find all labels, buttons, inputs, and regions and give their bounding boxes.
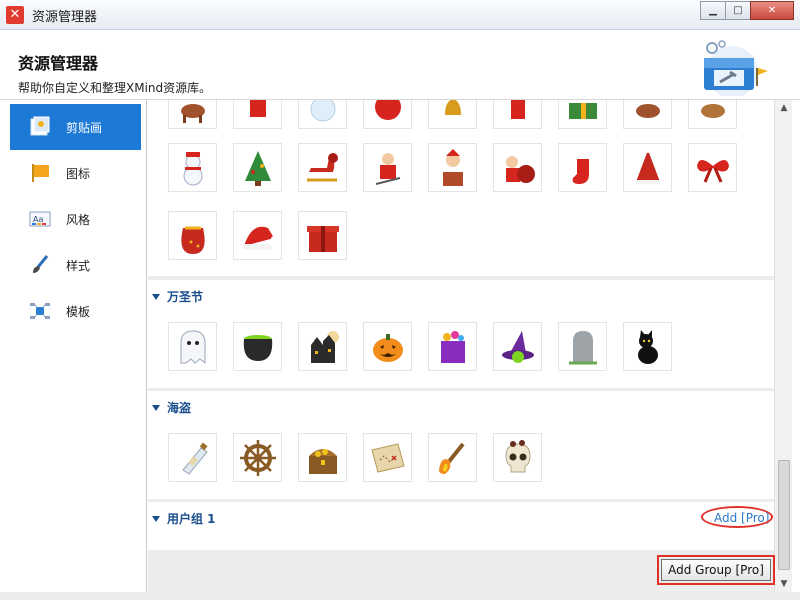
sidebar-item-styles[interactable]: 样式	[10, 242, 141, 288]
clipart-icon	[28, 115, 52, 139]
clipart-pumpkin[interactable]	[363, 322, 412, 371]
clipart-santa-hat[interactable]	[233, 211, 282, 260]
clipart-christmas-tree[interactable]	[233, 143, 282, 192]
clipart-red-bow[interactable]	[688, 143, 737, 192]
clipart-hat-tree[interactable]	[623, 143, 672, 192]
sidebar-item-icons[interactable]: 图标	[10, 150, 141, 196]
clipart-gift-box[interactable]	[558, 100, 607, 129]
sidebar-item-templates[interactable]: 模板	[10, 288, 141, 334]
close-icon[interactable]: ✕	[750, 1, 794, 20]
clipart-black-cat[interactable]	[623, 322, 672, 371]
style-icon: Aa	[28, 207, 52, 231]
clipart-sleigh[interactable]	[298, 143, 347, 192]
clipart-gift-sack[interactable]	[168, 211, 217, 260]
scroll-up-icon[interactable]: ▲	[775, 100, 793, 116]
clipart-treasure-chest[interactable]	[298, 433, 347, 482]
clipart-santa-skiing[interactable]	[363, 143, 412, 192]
clipart-candy-bag[interactable]	[428, 322, 477, 371]
clipart-reindeer-2[interactable]	[623, 100, 672, 129]
clipart-cauldron[interactable]	[233, 322, 282, 371]
clipart-tombstone[interactable]	[558, 322, 607, 371]
scroll-down-icon[interactable]: ▼	[775, 576, 793, 592]
clipart-reindeer[interactable]	[168, 100, 217, 129]
scroll-thumb[interactable]	[778, 460, 790, 570]
clipart-santa-chimney[interactable]	[428, 143, 477, 192]
svg-text:Aa: Aa	[33, 215, 43, 224]
sidebar-item-label: 样式	[66, 258, 91, 273]
clipart-group-halloween: 万圣节	[148, 280, 774, 388]
clipart-bells[interactable]	[428, 100, 477, 129]
flag-icon	[28, 161, 52, 185]
title-bar: ✕ 资源管理器 ▁ □ ✕	[0, 0, 800, 30]
clipart-red-gift[interactable]	[298, 211, 347, 260]
clipart-snowman[interactable]	[168, 143, 217, 192]
template-icon	[28, 299, 52, 323]
sidebar-item-label: 模板	[66, 304, 91, 319]
window-controls: ▁ □ ✕	[700, 1, 794, 20]
clipart-group-user-1: 用户组 1 Add [Pro]	[148, 502, 774, 550]
group-header[interactable]: 万圣节	[152, 288, 203, 305]
clipart-group-pirates: 海盗	[148, 391, 774, 499]
clipart-santa-small[interactable]	[493, 100, 542, 129]
collapse-triangle-icon[interactable]	[152, 293, 160, 300]
bottom-edge	[0, 592, 800, 600]
group-title: 万圣节	[167, 290, 204, 304]
clipart-library: 万圣节 海盗 用户组 1 Add [Pro]	[148, 100, 774, 592]
clipart-stocking[interactable]	[558, 143, 607, 192]
clipart-reindeer-3[interactable]	[688, 100, 737, 129]
page-subtitle: 帮助你自定义和整理XMind资源库。	[18, 81, 212, 95]
clipart-skull[interactable]	[493, 433, 542, 482]
clipart-group-christmas	[148, 100, 774, 276]
sidebar-item-clipart[interactable]: 剪贴画	[10, 104, 141, 150]
clipart-santa-sack[interactable]	[493, 143, 542, 192]
xmind-icon: ✕	[6, 6, 24, 24]
sidebar-item-themes[interactable]: Aa 风格	[10, 196, 141, 242]
sidebar-item-label: 剪贴画	[66, 120, 103, 135]
page-title: 资源管理器	[18, 54, 99, 73]
clipart-haunted-house[interactable]	[298, 322, 347, 371]
clipart-torch[interactable]	[428, 433, 477, 482]
clipart-message-bottle[interactable]	[168, 433, 217, 482]
clipart-ship-wheel[interactable]	[233, 433, 282, 482]
toolbox-icon	[704, 40, 768, 96]
group-header[interactable]: 海盗	[152, 399, 191, 416]
group-title: 用户组 1	[167, 512, 216, 526]
highlight-annotation	[657, 555, 775, 585]
collapse-triangle-icon[interactable]	[152, 515, 160, 522]
window-title: 资源管理器	[32, 10, 98, 25]
dialog-header: 资源管理器 帮助你自定义和整理XMind资源库。	[0, 30, 800, 100]
brush-icon	[28, 253, 52, 277]
minimize-icon[interactable]: ▁	[700, 1, 726, 20]
sidebar-item-label: 风格	[66, 212, 91, 227]
maximize-icon[interactable]: □	[725, 1, 751, 20]
vertical-scrollbar[interactable]: ▲ ▼	[774, 100, 792, 592]
highlight-annotation	[701, 506, 773, 528]
sidebar: 剪贴画 图标 Aa 风格 样式 模板	[0, 100, 147, 592]
clipart-ornament[interactable]	[363, 100, 412, 129]
clipart-santa[interactable]	[233, 100, 282, 129]
group-title: 海盗	[167, 401, 192, 415]
group-header[interactable]: 用户组 1	[152, 510, 216, 527]
clipart-ghost[interactable]	[168, 322, 217, 371]
sidebar-item-label: 图标	[66, 166, 91, 181]
clipart-snow-globe[interactable]	[298, 100, 347, 129]
clipart-treasure-map[interactable]	[363, 433, 412, 482]
collapse-triangle-icon[interactable]	[152, 404, 160, 411]
clipart-witch-hat[interactable]	[493, 322, 542, 371]
